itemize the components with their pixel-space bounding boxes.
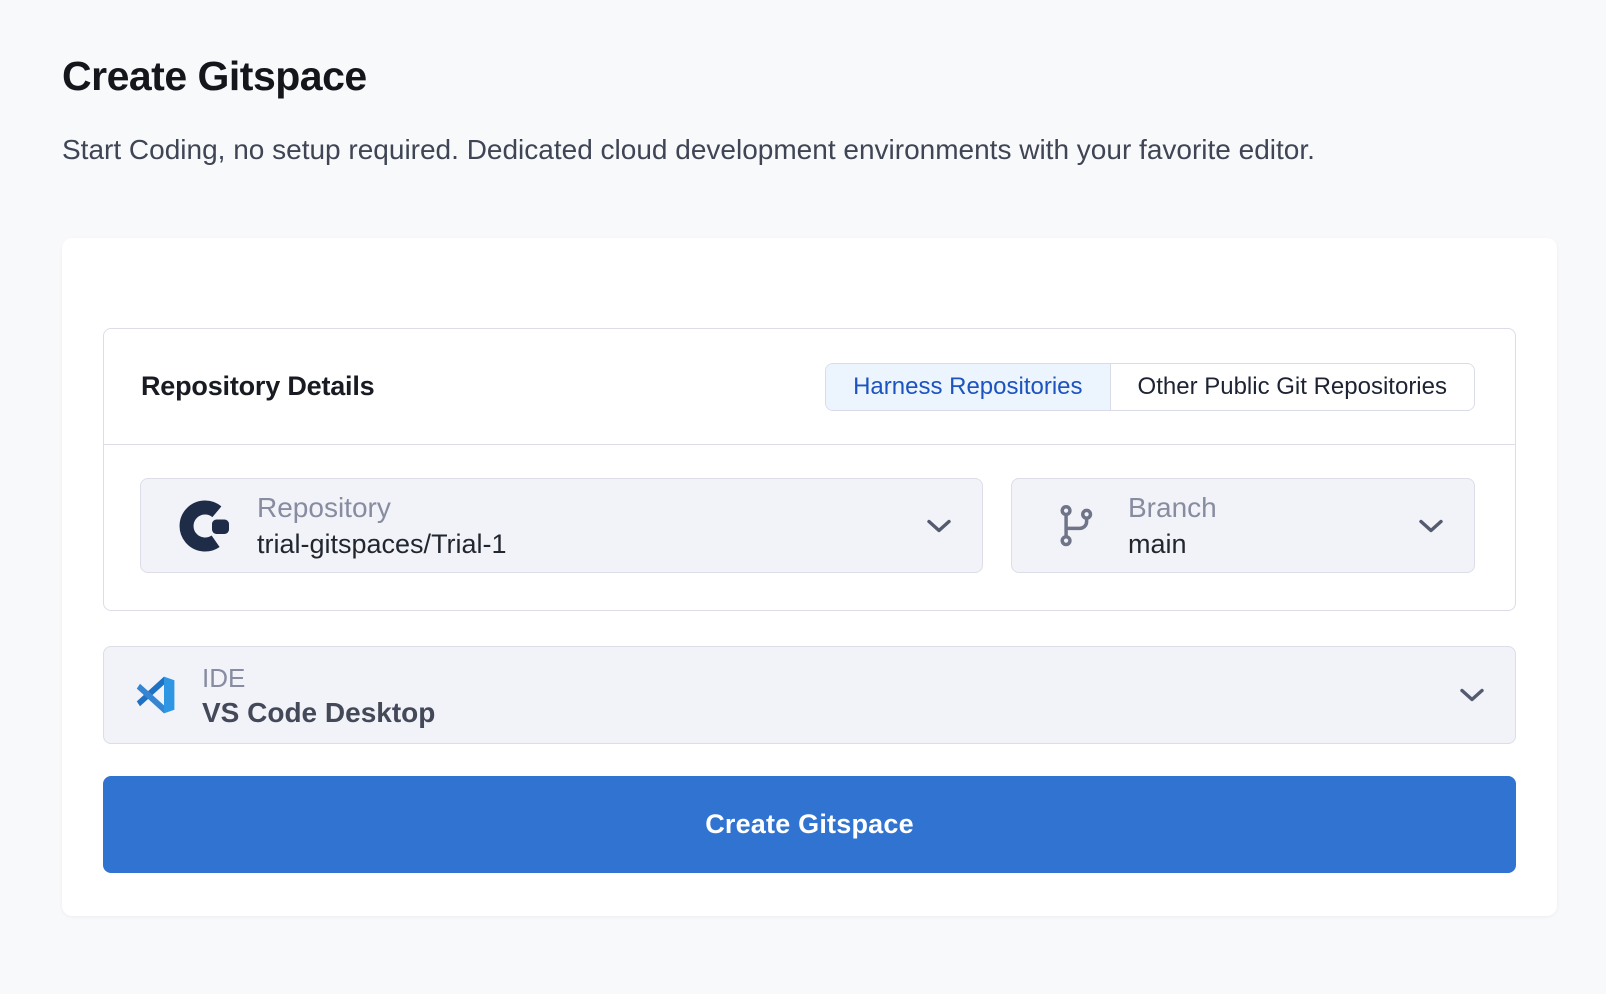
tab-other-public-git-repositories[interactable]: Other Public Git Repositories — [1110, 364, 1474, 410]
repository-select-text: Repository trial-gitspaces/Trial-1 — [257, 492, 507, 560]
repository-label: Repository — [257, 492, 507, 524]
vscode-icon — [134, 675, 178, 715]
repository-select[interactable]: Repository trial-gitspaces/Trial-1 — [140, 478, 983, 573]
branch-value: main — [1128, 529, 1217, 560]
create-gitspace-card: Repository Details Harness Repositories … — [62, 238, 1557, 916]
create-gitspace-page: Create Gitspace Start Coding, no setup r… — [0, 52, 1606, 916]
repo-source-tab-group: Harness Repositories Other Public Git Re… — [825, 363, 1475, 411]
chevron-down-icon — [926, 518, 952, 533]
branch-select[interactable]: Branch main — [1011, 478, 1475, 573]
ide-label: IDE — [202, 663, 435, 693]
ide-select[interactable]: IDE VS Code Desktop — [103, 646, 1516, 744]
harness-logo-icon — [179, 500, 231, 552]
ide-value: VS Code Desktop — [202, 697, 435, 728]
chevron-down-icon — [1459, 688, 1485, 703]
repository-value: trial-gitspaces/Trial-1 — [257, 529, 507, 560]
page-subtitle: Start Coding, no setup required. Dedicat… — [62, 130, 1492, 170]
repository-details-header: Repository Details Harness Repositories … — [104, 329, 1515, 445]
tab-harness-repositories[interactable]: Harness Repositories — [826, 364, 1109, 410]
ide-select-text: IDE VS Code Desktop — [202, 663, 435, 728]
chevron-down-icon — [1418, 518, 1444, 533]
repository-details-section: Repository Details Harness Repositories … — [103, 328, 1516, 611]
repository-details-body: Repository trial-gitspaces/Trial-1 — [104, 445, 1515, 610]
section-title: Repository Details — [141, 371, 374, 402]
tab-other-public-git-repositories-label: Other Public Git Repositories — [1138, 373, 1447, 401]
page-title: Create Gitspace — [62, 52, 1544, 100]
branch-label: Branch — [1128, 492, 1217, 524]
branch-select-text: Branch main — [1128, 492, 1217, 560]
create-gitspace-button[interactable]: Create Gitspace — [103, 776, 1516, 873]
tab-harness-repositories-label: Harness Repositories — [853, 373, 1082, 401]
git-branch-icon — [1056, 501, 1100, 551]
